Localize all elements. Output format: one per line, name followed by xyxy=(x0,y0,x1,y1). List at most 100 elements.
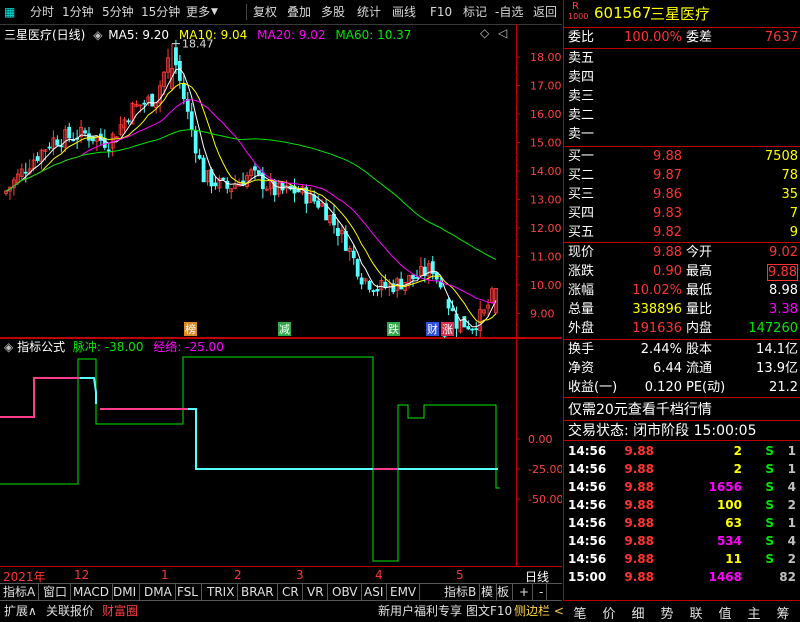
new-user-promo-link[interactable]: 新用户福利专享 xyxy=(378,603,462,619)
related-quotes-button[interactable]: 关联报价 xyxy=(46,603,94,619)
panel-menu-icon[interactable]: ◈ xyxy=(4,340,13,354)
tick-time: 14:56 xyxy=(568,480,607,494)
panel-tab-button[interactable]: 值 xyxy=(712,603,738,622)
indicator-chart[interactable]: 0.00 -25.00 -50.00 xyxy=(0,338,563,566)
settings-dropdown-icon[interactable]: ◈ xyxy=(93,28,102,42)
candle-body xyxy=(343,231,348,251)
bid-price: 9.82 xyxy=(653,225,682,240)
tab-vr[interactable]: VR xyxy=(304,584,328,600)
sidebar-toggle-button[interactable]: 侧边栏 < xyxy=(514,603,564,619)
stock-picker-icon[interactable]: ▦ xyxy=(4,4,26,20)
bid-row[interactable]: 买二 9.87 78 xyxy=(568,167,798,185)
tab-trix[interactable]: TRIX xyxy=(204,584,239,600)
panel-tab-button[interactable]: 联 xyxy=(683,603,709,622)
tab-dma[interactable]: DMA xyxy=(141,584,176,600)
tab-macd[interactable]: MACD xyxy=(70,584,113,600)
tick-direction: S xyxy=(765,480,774,494)
y-tick-label: -25.00 xyxy=(528,463,562,476)
tick-direction: S xyxy=(765,444,774,458)
bid-row[interactable]: 买四 9.83 7 xyxy=(568,205,798,223)
more-periods-button[interactable]: 更多 xyxy=(186,4,210,20)
price-chart-panel[interactable]: 18.00 17.00 16.00 15.00 14.00 13.00 12.00 11.00… xyxy=(0,24,562,355)
ask-row[interactable]: 卖五 xyxy=(568,50,798,68)
quote-stat-row: 现价 9.88 今开 9.02 xyxy=(568,244,798,262)
tab-indicator-b[interactable]: 指标B xyxy=(441,584,481,600)
tick-volume: 63 xyxy=(725,516,742,530)
ask-label: 卖四 xyxy=(568,70,595,85)
indicator-panel[interactable]: 0.00 -25.00 -50.00 ◈ 指标公式 脉冲: -38.00 经络: -… xyxy=(0,338,563,566)
panel-tab-button[interactable]: 笔 xyxy=(567,603,593,622)
diamond-icon[interactable]: ◇ xyxy=(480,26,489,40)
promo-link[interactable]: 仅需20元查看千档行情 xyxy=(568,401,798,419)
bid-price: 9.87 xyxy=(653,168,682,183)
panel-tab-button[interactable]: 筹 xyxy=(770,603,796,622)
restore-rights-button[interactable]: 复权 xyxy=(253,4,277,20)
statistics-button[interactable]: 统计 xyxy=(357,4,381,20)
overlay-button[interactable]: 叠加 xyxy=(287,4,311,20)
panel-tab-button[interactable]: 势 xyxy=(654,603,680,622)
tab-emv[interactable]: EMV xyxy=(387,584,421,600)
expand-button[interactable]: 扩展∧ xyxy=(4,603,37,619)
f10-button[interactable]: F10 xyxy=(430,4,452,20)
tab-5min[interactable]: 5分钟 xyxy=(102,4,134,20)
bid-row[interactable]: 买三 9.86 35 xyxy=(568,186,798,204)
zoom-out-button[interactable]: - xyxy=(536,584,548,600)
tab-dmi[interactable]: DMI xyxy=(110,584,141,600)
panel-tab-button[interactable]: 主 xyxy=(741,603,767,622)
candle-body xyxy=(150,93,155,107)
tab-1min[interactable]: 1分钟 xyxy=(62,4,94,20)
candlestick-chart[interactable]: 18.00 17.00 16.00 15.00 14.00 13.00 12.00 11.00… xyxy=(0,24,562,355)
zoom-in-button[interactable]: + xyxy=(516,584,534,600)
tab-obv[interactable]: OBV xyxy=(329,584,362,600)
panel-tab-button[interactable]: 细 xyxy=(625,603,651,622)
ask-row[interactable]: 卖三 xyxy=(568,88,798,106)
fundamental-row: 净资 6.44 流通 13.9亿 xyxy=(568,360,798,378)
remove-favorite-button[interactable]: -自选 xyxy=(495,4,523,20)
tick-price: 9.88 xyxy=(624,462,654,476)
tab-indicator-a[interactable]: 指标A xyxy=(0,584,40,600)
chart-toolbar: ▦ 分时 1分钟 5分钟 15分钟 更多 ▼ 复权 叠加 多股 统计 画线 F1… xyxy=(0,0,562,25)
y-tick-label: 13.00 xyxy=(530,194,562,207)
tab-15min[interactable]: 15分钟 xyxy=(141,4,180,20)
y-tick-label: 12.00 xyxy=(530,222,562,235)
wealth-circle-button[interactable]: 财富圈 xyxy=(102,603,138,619)
ask-row[interactable]: 卖二 xyxy=(568,107,798,125)
tab-cr[interactable]: CR xyxy=(279,584,303,600)
ma10-line xyxy=(5,82,497,324)
ask-row[interactable]: 卖四 xyxy=(568,69,798,87)
candle-body xyxy=(193,130,198,154)
mark-button[interactable]: 标记 xyxy=(463,4,487,20)
bid-row[interactable]: 买五 9.82 9 xyxy=(568,224,798,242)
bid-volume: 78 xyxy=(781,168,798,183)
tab-fsl[interactable]: FSL xyxy=(174,584,202,600)
candle-body xyxy=(399,278,404,290)
tick-price: 9.88 xyxy=(624,444,654,458)
indicator-title[interactable]: 指标公式 xyxy=(17,340,65,354)
tab-timeshare[interactable]: 分时 xyxy=(30,4,54,20)
bid-row[interactable]: 买一 9.88 7508 xyxy=(568,148,798,166)
tick-volume: 1468 xyxy=(708,570,742,584)
x-label-feb: 2 xyxy=(234,568,242,582)
commission-ratio-row: 委比 100.00% 委差 7637 xyxy=(568,30,798,45)
ask-row[interactable]: 卖一 xyxy=(568,126,798,144)
candle-body xyxy=(438,281,443,288)
candle-body xyxy=(213,182,218,187)
candle-body xyxy=(383,281,388,288)
stat-label: 流通 xyxy=(686,361,713,376)
panel-tab-button[interactable]: 价 xyxy=(596,603,622,622)
tick-time: 14:56 xyxy=(568,462,607,476)
tab-brar[interactable]: BRAR xyxy=(238,584,278,600)
collapse-icon[interactable]: ◁ xyxy=(498,26,507,40)
graphic-f10-button[interactable]: 图文F10 xyxy=(466,603,512,619)
pulse-value: 脉冲: -38.00 xyxy=(72,340,144,354)
tab-board[interactable]: 板 xyxy=(494,584,514,600)
back-button[interactable]: 返回 xyxy=(533,4,557,20)
tab-window[interactable]: 窗口 xyxy=(40,584,72,600)
draw-line-button[interactable]: 画线 xyxy=(392,4,416,20)
y-tick-label: 10.00 xyxy=(530,279,562,292)
multi-stock-button[interactable]: 多股 xyxy=(321,4,345,20)
tick-count: 82 xyxy=(779,570,796,584)
candle-body xyxy=(189,111,194,131)
tab-asi[interactable]: ASI xyxy=(361,584,388,600)
candle-body xyxy=(35,156,40,161)
